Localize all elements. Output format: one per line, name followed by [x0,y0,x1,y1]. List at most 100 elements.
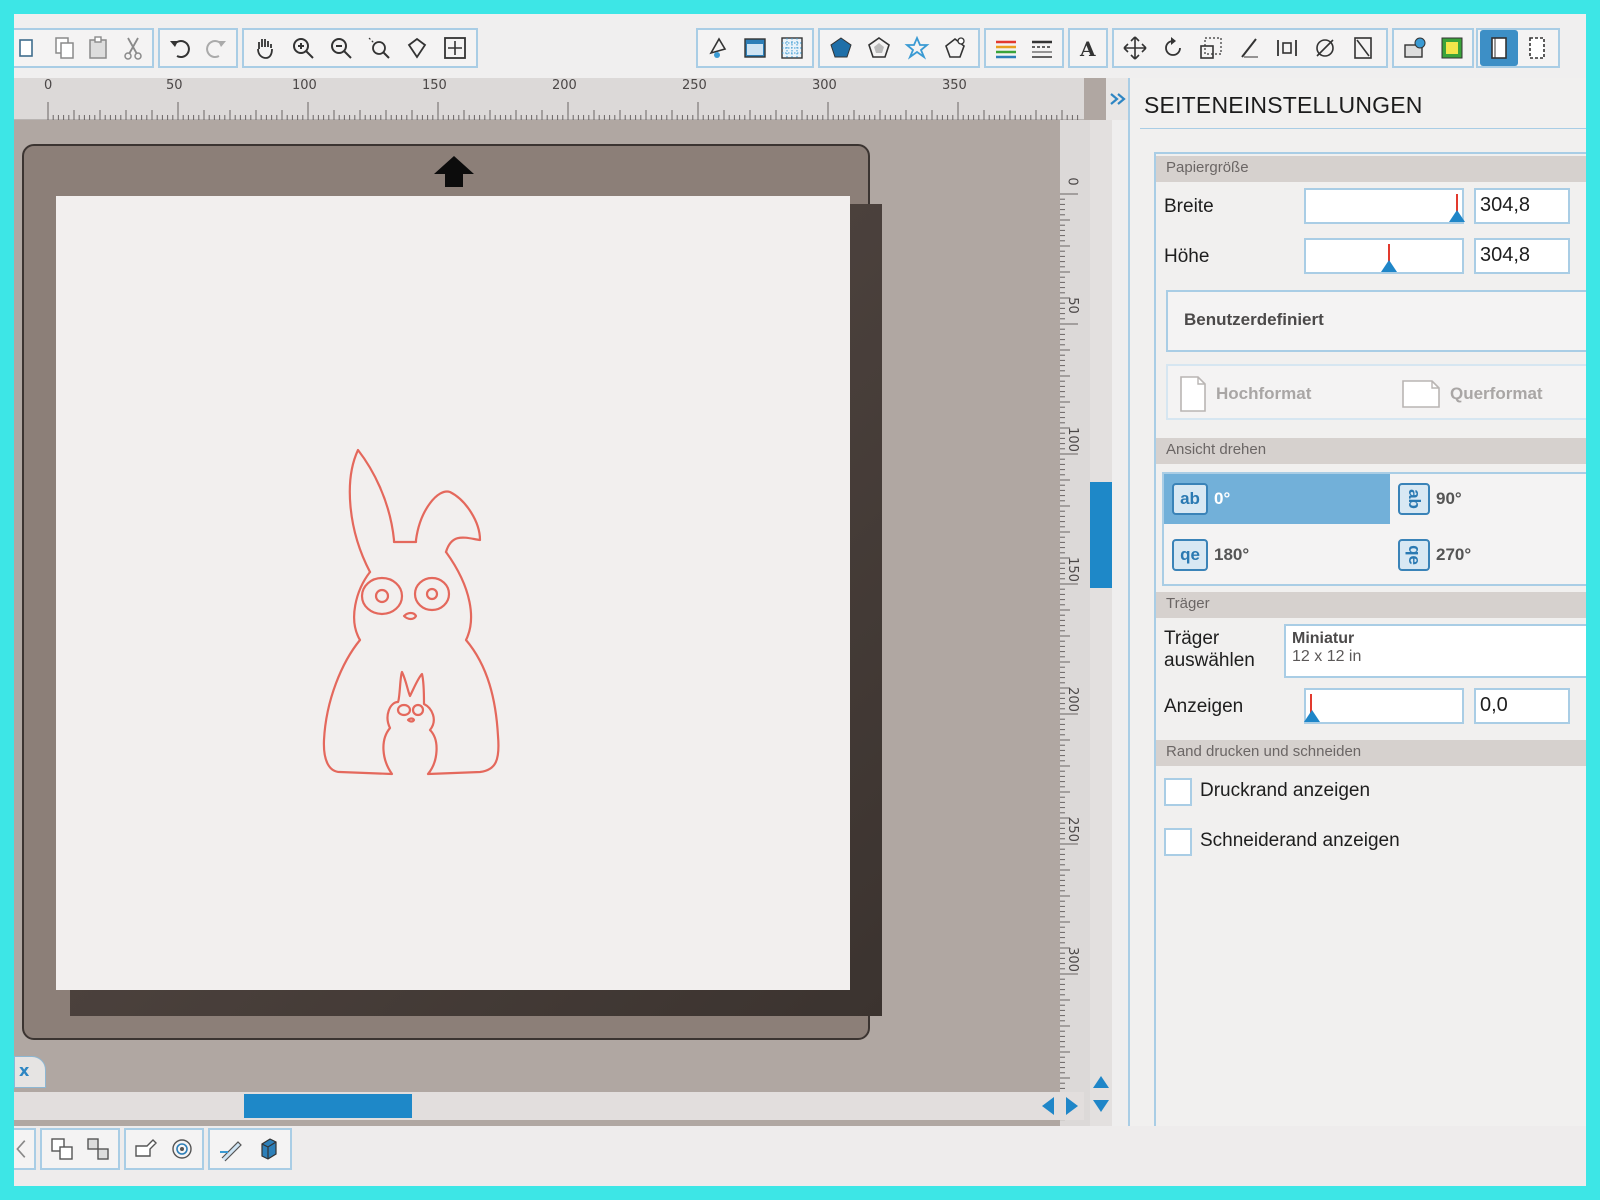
show-carrier-label: Anzeigen [1164,696,1244,717]
text-icon[interactable]: A [1072,30,1104,66]
shape-fill-icon[interactable] [860,30,898,66]
width-slider[interactable] [1304,188,1465,224]
ruler-label: 150 [422,78,447,93]
scroll-left-right-arrows-icon[interactable] [1036,1094,1084,1118]
bottom-group-0 [14,1128,36,1170]
replicate-icon[interactable] [898,30,936,66]
page-icon[interactable] [14,30,48,66]
zoom-in-icon[interactable] [284,30,322,66]
store-icon[interactable] [1396,30,1433,66]
zoom-fit-icon[interactable] [436,30,474,66]
rotate-0-icon: ab [1172,483,1208,515]
line-style-icon[interactable] [1024,30,1060,66]
fill-icon[interactable] [700,30,737,66]
rotate-icon[interactable] [1154,30,1192,66]
rotate-view-header: Ansicht drehen [1156,438,1586,464]
app-window: A 0 50 100 150 200 250 300 350 0 50 100 … [14,14,1586,1186]
shear-icon[interactable] [1230,30,1268,66]
undo-icon[interactable] [162,30,198,66]
page-setup-icon[interactable] [737,30,774,66]
pan-hand-icon[interactable] [246,30,284,66]
horizontal-scrollbar[interactable] [14,1092,1084,1120]
paper-page[interactable] [56,196,850,990]
horizontal-scroll-thumb[interactable] [244,1094,412,1118]
carrier-header: Träger [1156,592,1586,618]
shape-pentagon-icon[interactable] [822,30,860,66]
panel-title: SEITENEINSTELLUNGEN [1144,92,1423,118]
carrier-select[interactable]: Miniatur 12 x 12 in [1284,624,1586,678]
vertical-ruler: 0 50 100 150 200 250 300 [1060,120,1090,1126]
clipboard-group [14,28,154,68]
bottom-group-2 [124,1128,204,1170]
store-group [1392,28,1474,68]
zoom-select-icon[interactable] [360,30,398,66]
paper-preset-select[interactable]: Benutzerdefiniert [1166,290,1586,352]
carrier-select-label: Träger auswählen [1164,628,1255,672]
ruler-label: 50 [166,78,183,93]
carrier-opacity-slider[interactable] [1304,688,1464,724]
zoom-out-icon[interactable] [322,30,360,66]
main-toolbar: A [14,14,1586,78]
print-cut-icon[interactable] [1433,30,1470,66]
document-tab-close[interactable]: x [14,1056,46,1088]
ungroup-icon[interactable] [80,1131,116,1167]
redo-icon[interactable] [198,30,234,66]
show-print-border-checkbox[interactable] [1164,778,1192,806]
scale-icon[interactable] [1192,30,1230,66]
ruler-label: 100 [292,78,317,93]
bunny-design-shape[interactable] [320,440,520,780]
page-settings-panel: SEITENEINSTELLUNGEN Papiergröße Breite 3… [1128,78,1586,1172]
eraser-icon[interactable] [250,1131,288,1167]
grid-icon[interactable] [773,30,810,66]
vertical-scroll-thumb[interactable] [1090,482,1112,588]
portrait-button[interactable]: Hochformat [1178,372,1311,416]
vertical-scrollbar[interactable] [1090,120,1112,1126]
carrier-opacity-field[interactable]: 0,0 [1474,688,1570,724]
width-slider-handle[interactable] [1449,210,1465,222]
knife-icon[interactable] [1344,30,1382,66]
ruler-label: 350 [942,78,967,93]
group-icon[interactable] [44,1131,80,1167]
carrier-select-label-line1: Träger [1164,628,1220,649]
print-cut-header: Rand drucken und schneiden [1156,740,1586,766]
move-icon[interactable] [1116,30,1154,66]
scroll-up-down-arrows-icon[interactable] [1090,1070,1112,1120]
carrier-select-label-line2: auswählen [1164,650,1255,671]
line-tools-group [984,28,1064,68]
width-value-field[interactable]: 304,8 [1474,188,1570,224]
copy-icon[interactable] [48,30,82,66]
ruler-label: 300 [812,78,837,93]
align-icon[interactable] [1268,30,1306,66]
ruler-label: 0 [1064,177,1080,186]
workspace-canvas[interactable]: 0 50 100 150 200 250 300 350 0 50 100 15… [14,78,1112,1126]
rotate-270-option[interactable]: qe 270° [1390,530,1586,580]
rotate-180-option[interactable]: qe 180° [1164,530,1390,580]
show-cut-border-checkbox[interactable] [1164,828,1192,856]
rotate-0-option[interactable]: ab 0° [1164,474,1390,524]
height-slider[interactable] [1304,238,1464,274]
landscape-page-icon [1402,380,1440,408]
panel-toggle-button[interactable] [1106,78,1130,120]
chevron-left-icon[interactable] [14,1131,34,1167]
page-view-icon[interactable] [1480,30,1518,66]
fullscreen-icon[interactable] [1518,30,1556,66]
portrait-label: Hochformat [1216,384,1312,403]
offset-icon[interactable] [936,30,974,66]
compound-path-icon[interactable] [128,1131,164,1167]
carrier-slider-handle[interactable] [1304,710,1320,722]
height-value-field[interactable]: 304,8 [1474,238,1570,274]
edit-points-icon[interactable] [212,1131,250,1167]
landscape-button[interactable]: Querformat [1400,372,1543,416]
cut-icon[interactable] [116,30,150,66]
modify-icon[interactable] [1306,30,1344,66]
ruler-label: 250 [1064,817,1080,842]
rotate-270-label: 270° [1436,545,1472,564]
line-color-icon[interactable] [988,30,1024,66]
paste-icon[interactable] [82,30,116,66]
ruler-label: 100 [1064,427,1080,452]
rotate-90-option[interactable]: ab 90° [1390,474,1586,524]
zoom-drag-icon[interactable] [398,30,436,66]
height-slider-handle[interactable] [1381,260,1397,272]
offset-rings-icon[interactable] [164,1131,200,1167]
ruler-label: 200 [552,78,577,93]
